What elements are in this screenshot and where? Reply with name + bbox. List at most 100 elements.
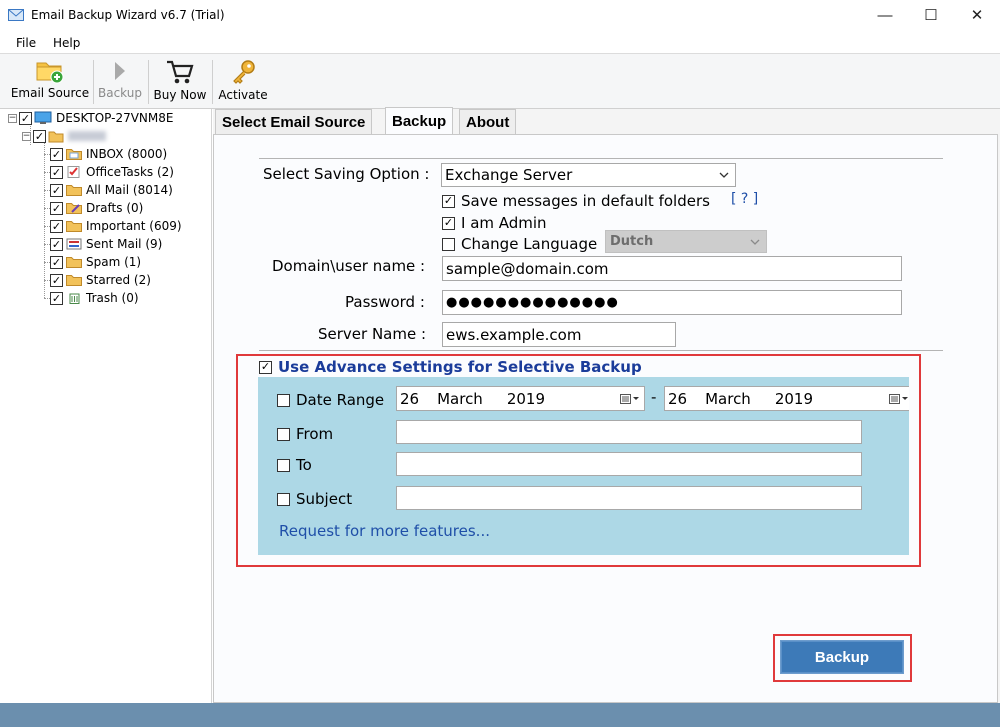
buy-now-label: Buy Now — [153, 88, 207, 102]
backup-tab-content: Select Saving Option : Exchange Server ✓… — [213, 134, 998, 703]
from-option[interactable]: From — [277, 425, 333, 443]
date-to-year: 2019 — [774, 389, 814, 408]
folder-item-spam[interactable]: ✓ Spam (1) — [44, 253, 141, 271]
password-label: Password : — [345, 293, 425, 311]
admin-option[interactable]: ✓ I am Admin — [442, 214, 547, 232]
minimize-button[interactable]: — — [862, 0, 908, 30]
domain-input[interactable]: sample@domain.com — [442, 256, 902, 281]
folder-icon — [66, 275, 82, 286]
toolbar-separator — [93, 60, 94, 104]
from-input[interactable] — [396, 420, 862, 444]
chevron-down-icon — [750, 239, 760, 245]
folder-checkbox[interactable]: ✓ — [50, 201, 63, 215]
toolbar-backup-label: Backup — [98, 86, 142, 100]
change-language-checkbox[interactable] — [442, 237, 455, 251]
folder-checkbox[interactable]: ✓ — [50, 255, 63, 269]
computer-checkbox[interactable]: ✓ — [19, 111, 32, 125]
folder-item-trash[interactable]: ✓ Trash (0) — [44, 289, 139, 307]
collapse-toggle[interactable]: − — [8, 113, 17, 123]
close-button[interactable]: ✕ — [954, 0, 1000, 30]
admin-label: I am Admin — [461, 214, 547, 232]
toolbar-backup-button[interactable]: Backup — [96, 54, 144, 108]
folder-checkbox[interactable]: ✓ — [50, 165, 63, 179]
from-checkbox[interactable] — [277, 427, 290, 441]
save-default-folders-option[interactable]: ✓ Save messages in default folders — [442, 192, 710, 210]
play-arrow-icon — [115, 62, 125, 80]
app-envelope-icon — [8, 9, 24, 21]
folder-checkbox[interactable]: ✓ — [50, 273, 63, 287]
password-input[interactable]: ●●●●●●●●●●●●●● — [442, 290, 902, 315]
buy-now-button[interactable]: Buy Now — [152, 54, 208, 108]
maximize-button[interactable]: ☐ — [908, 0, 954, 30]
folder-item-important[interactable]: ✓ Important (609) — [44, 217, 182, 235]
folder-label: Drafts (0) — [86, 201, 144, 215]
domain-value: sample@domain.com — [446, 259, 609, 278]
admin-checkbox[interactable]: ✓ — [442, 216, 455, 230]
server-name-value: ews.example.com — [446, 325, 582, 344]
advanced-settings-title: Use Advance Settings for Selective Backu… — [278, 358, 642, 376]
folder-icon — [66, 185, 82, 196]
advanced-settings-toggle[interactable]: ✓ Use Advance Settings for Selective Bac… — [259, 358, 642, 376]
inbox-folder-icon — [66, 149, 82, 160]
folder-label: Trash (0) — [86, 291, 139, 305]
menu-bar: File Help — [0, 32, 1000, 53]
folder-icon — [66, 257, 82, 268]
save-default-folders-label: Save messages in default folders — [461, 192, 710, 210]
tree-account-node[interactable]: − ✓ — [22, 127, 106, 145]
folder-checkbox[interactable]: ✓ — [50, 237, 63, 251]
account-folder-icon — [48, 131, 64, 142]
calendar-icon — [620, 394, 639, 404]
date-from-picker[interactable]: 26 March 2019 — [396, 386, 645, 411]
backup-button[interactable]: Backup — [780, 640, 904, 674]
request-features-link[interactable]: Request for more features... — [279, 522, 490, 540]
folder-checkbox[interactable]: ✓ — [50, 219, 63, 233]
change-language-option[interactable]: Change Language — [442, 235, 597, 253]
advanced-settings-checkbox[interactable]: ✓ — [259, 360, 272, 374]
folder-checkbox[interactable]: ✓ — [50, 147, 63, 161]
to-input[interactable] — [396, 452, 862, 476]
to-checkbox[interactable] — [277, 458, 290, 472]
folder-item-starred[interactable]: ✓ Starred (2) — [44, 271, 151, 289]
help-link[interactable]: [ ? ] — [731, 191, 758, 207]
password-value: ●●●●●●●●●●●●●● — [446, 295, 619, 310]
subject-input[interactable] — [396, 486, 862, 510]
folder-item-officetasks[interactable]: ✓ OfficeTasks (2) — [44, 163, 174, 181]
folder-item-allmail[interactable]: ✓ All Mail (8014) — [44, 181, 173, 199]
collapse-toggle[interactable]: − — [22, 131, 31, 141]
email-source-button[interactable]: Email Source — [10, 54, 90, 108]
language-select[interactable]: Dutch — [605, 230, 767, 253]
saving-option-select[interactable]: Exchange Server — [441, 163, 736, 187]
subject-option[interactable]: Subject — [277, 490, 352, 508]
folder-item-inbox[interactable]: ✓ INBOX (8000) — [44, 145, 167, 163]
window-title: Email Backup Wizard v6.7 (Trial) — [31, 8, 225, 22]
shopping-cart-icon — [167, 60, 194, 84]
account-checkbox[interactable]: ✓ — [33, 129, 46, 143]
folder-item-drafts[interactable]: ✓ Drafts (0) — [44, 199, 143, 217]
date-range-checkbox[interactable] — [277, 393, 290, 407]
server-name-input[interactable]: ews.example.com — [442, 322, 676, 347]
date-to-picker[interactable]: 26 March 2019 — [664, 386, 909, 411]
folder-label: Spam (1) — [86, 255, 142, 269]
folder-checkbox[interactable]: ✓ — [50, 183, 63, 197]
subject-checkbox[interactable] — [277, 492, 290, 506]
tab-backup[interactable]: Backup — [385, 107, 454, 134]
title-bar: Email Backup Wizard v6.7 (Trial) — ☐ ✕ — [0, 0, 1000, 32]
folder-label: Sent Mail (9) — [86, 237, 163, 251]
save-default-folders-checkbox[interactable]: ✓ — [442, 194, 455, 208]
folder-label: OfficeTasks (2) — [86, 165, 174, 179]
date-range-option[interactable]: Date Range — [277, 391, 384, 409]
trash-folder-icon — [69, 293, 80, 304]
tree-computer-node[interactable]: − ✓ DESKTOP-27VNM8E — [8, 109, 173, 127]
activate-button[interactable]: Activate — [216, 54, 270, 108]
menu-help[interactable]: Help — [53, 36, 80, 50]
saving-option-value: Exchange Server — [445, 166, 573, 184]
language-value: Dutch — [610, 234, 654, 249]
folder-checkbox[interactable]: ✓ — [50, 291, 63, 305]
menu-file[interactable]: File — [16, 36, 36, 50]
tasks-folder-icon — [67, 166, 80, 178]
to-option[interactable]: To — [277, 456, 312, 474]
tab-about[interactable]: About — [459, 109, 517, 134]
folder-label: INBOX (8000) — [86, 147, 168, 161]
folder-item-sentmail[interactable]: ✓ Sent Mail (9) — [44, 235, 162, 253]
tab-select-email-source[interactable]: Select Email Source — [215, 109, 373, 134]
